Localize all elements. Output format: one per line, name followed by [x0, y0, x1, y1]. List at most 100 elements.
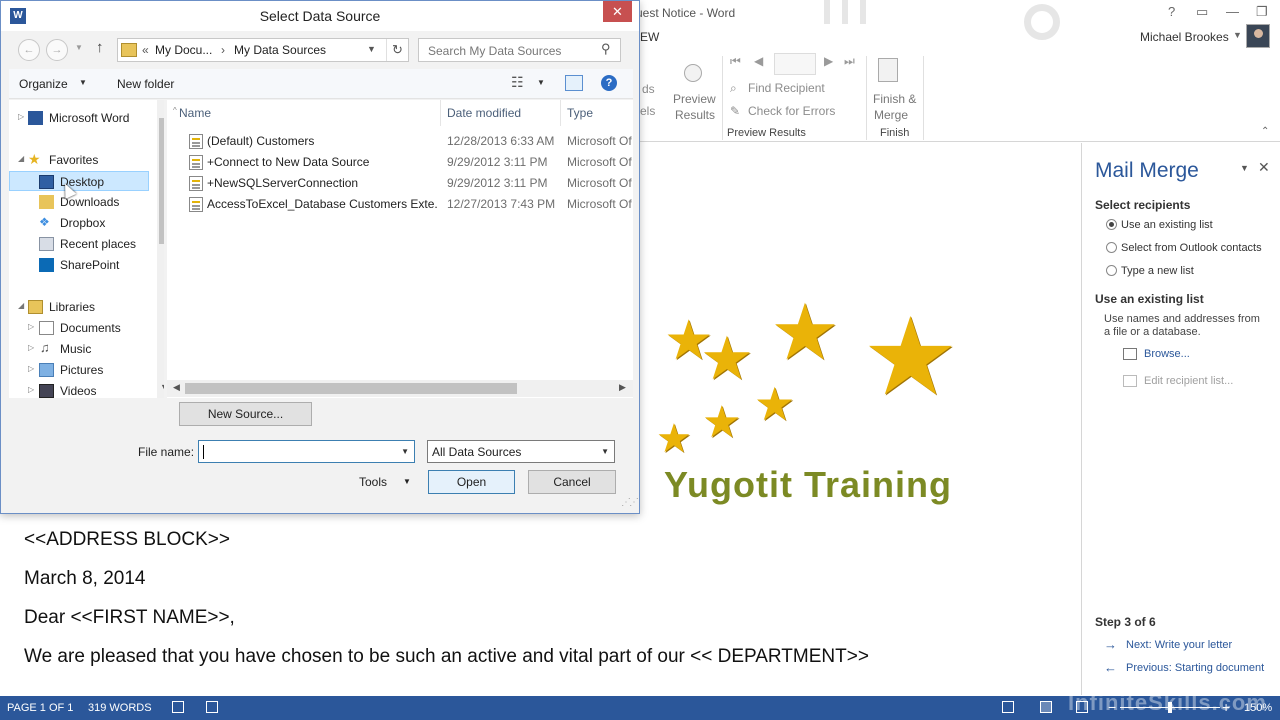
- nav-label[interactable]: Videos: [60, 384, 96, 398]
- nav-item-videos[interactable]: ▷ Videos: [9, 381, 149, 398]
- address-overflow[interactable]: «: [142, 43, 149, 57]
- nav-scrollbar[interactable]: ▼: [157, 100, 164, 398]
- previous-step-link[interactable]: Previous: Starting document: [1126, 662, 1264, 674]
- preview-results-label[interactable]: Preview: [673, 92, 716, 106]
- chevron-down-icon[interactable]: ▼: [1240, 163, 1249, 173]
- avatar[interactable]: [1246, 24, 1270, 48]
- nav-item-microsoft-word[interactable]: ▷ Microsoft Word: [9, 108, 149, 128]
- chevron-down-icon[interactable]: ▼: [537, 78, 545, 87]
- nav-item-pictures[interactable]: ▷ Pictures: [9, 360, 149, 380]
- chevron-down-icon[interactable]: ▼: [367, 44, 376, 54]
- scroll-right-icon[interactable]: ▶: [619, 382, 626, 393]
- table-row[interactable]: +Connect to New Data Source 9/29/2012 3:…: [167, 152, 633, 173]
- proofing-icon[interactable]: [172, 701, 184, 713]
- resize-grip-icon[interactable]: ⋰⋰: [621, 497, 639, 508]
- file-list-scrollbar[interactable]: ◀ ▶: [167, 380, 633, 397]
- chevron-down-icon[interactable]: ▼: [601, 447, 609, 456]
- nav-label[interactable]: Pictures: [60, 363, 103, 377]
- nav-item-recent-places[interactable]: Recent places: [9, 234, 149, 254]
- refresh-icon[interactable]: ↻: [386, 39, 408, 61]
- table-row[interactable]: +NewSQLServerConnection 9/29/2012 3:11 P…: [167, 173, 633, 194]
- help-icon[interactable]: ?: [601, 75, 617, 91]
- minimize-icon[interactable]: —: [1226, 4, 1239, 19]
- nav-item-libraries[interactable]: ◢ Libraries: [9, 297, 149, 317]
- file-name-field[interactable]: ▼: [198, 440, 415, 463]
- word-count[interactable]: 319 WORDS: [88, 702, 152, 714]
- check-for-errors-button[interactable]: Check for Errors: [748, 104, 835, 118]
- expand-icon[interactable]: ▷: [28, 343, 34, 352]
- browse-link[interactable]: Browse...: [1144, 348, 1190, 360]
- help-icon[interactable]: ?: [1168, 4, 1175, 19]
- cancel-button[interactable]: Cancel: [528, 470, 616, 494]
- view-options-icon[interactable]: ☷: [511, 74, 524, 91]
- chevron-down-icon[interactable]: ▼: [401, 447, 409, 456]
- file-name[interactable]: +NewSQLServerConnection: [207, 176, 437, 190]
- chevron-down-icon[interactable]: ▼: [1233, 30, 1242, 40]
- chevron-down-icon[interactable]: ▼: [75, 43, 83, 52]
- expand-icon[interactable]: ▷: [28, 322, 34, 331]
- collapse-ribbon-icon[interactable]: ⌃: [1261, 126, 1269, 137]
- column-label[interactable]: Name: [179, 106, 211, 120]
- chevron-down-icon[interactable]: ▼: [403, 477, 411, 486]
- doc-line-greeting[interactable]: Dear <<FIRST NAME>>,: [24, 607, 235, 629]
- nav-label[interactable]: Libraries: [49, 300, 95, 314]
- file-name[interactable]: +Connect to New Data Source: [207, 155, 437, 169]
- radio-label[interactable]: Type a new list: [1121, 265, 1194, 277]
- column-header-date-modified[interactable]: Date modified: [441, 100, 561, 126]
- nav-item-downloads[interactable]: Downloads: [9, 192, 149, 212]
- search-input[interactable]: Search My Data Sources ⚲: [418, 38, 621, 62]
- ribbon-display-icon[interactable]: ▭: [1196, 4, 1208, 20]
- nav-label[interactable]: Favorites: [49, 153, 98, 167]
- nav-item-sharepoint[interactable]: SharePoint: [9, 255, 149, 275]
- nav-label[interactable]: Documents: [60, 321, 121, 335]
- nav-label[interactable]: Dropbox: [60, 216, 105, 230]
- table-row[interactable]: (Default) Customers 12/28/2013 6:33 AM M…: [167, 131, 633, 152]
- page-count[interactable]: PAGE 1 OF 1: [7, 702, 73, 714]
- user-name[interactable]: Michael Brookes: [1140, 30, 1229, 44]
- first-record-icon[interactable]: ⏮: [730, 54, 741, 69]
- edit-recipient-list-link[interactable]: Edit recipient list...: [1144, 375, 1233, 387]
- read-mode-icon[interactable]: [1002, 701, 1014, 713]
- back-arrow-icon[interactable]: ←: [18, 39, 40, 61]
- finish-merge-label-2[interactable]: Merge: [874, 108, 908, 122]
- restore-icon[interactable]: ❐: [1256, 4, 1268, 20]
- file-name[interactable]: (Default) Customers: [207, 134, 437, 148]
- close-icon[interactable]: ✕: [1258, 159, 1270, 176]
- radio-use-existing-list[interactable]: [1106, 219, 1117, 230]
- preview-pane-icon[interactable]: [565, 75, 583, 91]
- nav-item-dropbox[interactable]: ❖ Dropbox: [9, 213, 149, 233]
- scroll-down-icon[interactable]: ▼: [160, 382, 164, 392]
- macro-icon[interactable]: [206, 701, 218, 713]
- file-type-value[interactable]: All Data Sources: [432, 445, 521, 459]
- doc-line-address-block[interactable]: <<ADDRESS BLOCK>>: [24, 529, 230, 551]
- chevron-down-icon[interactable]: ▼: [79, 78, 87, 87]
- doc-line-date[interactable]: March 8, 2014: [24, 568, 145, 590]
- expand-icon[interactable]: ▷: [28, 385, 34, 394]
- nav-label[interactable]: Recent places: [60, 237, 136, 251]
- preview-results-label-2[interactable]: Results: [675, 108, 715, 122]
- next-record-icon[interactable]: ▶: [824, 54, 833, 68]
- scroll-left-icon[interactable]: ◀: [173, 382, 180, 393]
- next-step-link[interactable]: Next: Write your letter: [1126, 639, 1232, 651]
- organize-button[interactable]: Organize: [19, 77, 68, 91]
- table-row[interactable]: AccessToExcel_Database Customers Exte...…: [167, 194, 633, 215]
- column-header-name[interactable]: Name ^: [167, 100, 441, 126]
- nav-scrollbar-thumb[interactable]: [159, 118, 164, 244]
- file-type-select[interactable]: All Data Sources ▼: [427, 440, 615, 463]
- doc-line-body[interactable]: We are pleased that you have chosen to b…: [24, 646, 869, 668]
- radio-label[interactable]: Use an existing list: [1121, 219, 1213, 231]
- nav-label[interactable]: Music: [60, 342, 91, 356]
- column-header-type[interactable]: Type: [561, 100, 633, 126]
- radio-outlook-contacts[interactable]: [1106, 242, 1117, 253]
- expand-icon[interactable]: ▷: [28, 364, 34, 373]
- open-button[interactable]: Open: [428, 470, 515, 494]
- expand-icon[interactable]: ▷: [18, 112, 24, 121]
- nav-label[interactable]: SharePoint: [60, 258, 119, 272]
- radio-new-list[interactable]: [1106, 265, 1117, 276]
- previous-record-icon[interactable]: ◀: [754, 54, 763, 68]
- finish-merge-label[interactable]: Finish &: [873, 92, 916, 106]
- breadcrumb-my-documents[interactable]: My Docu...: [155, 43, 212, 57]
- radio-label[interactable]: Select from Outlook contacts: [1121, 242, 1262, 254]
- address-bar[interactable]: « My Docu... › My Data Sources ▼ ↻: [117, 38, 409, 62]
- collapse-icon[interactable]: ◢: [18, 154, 24, 163]
